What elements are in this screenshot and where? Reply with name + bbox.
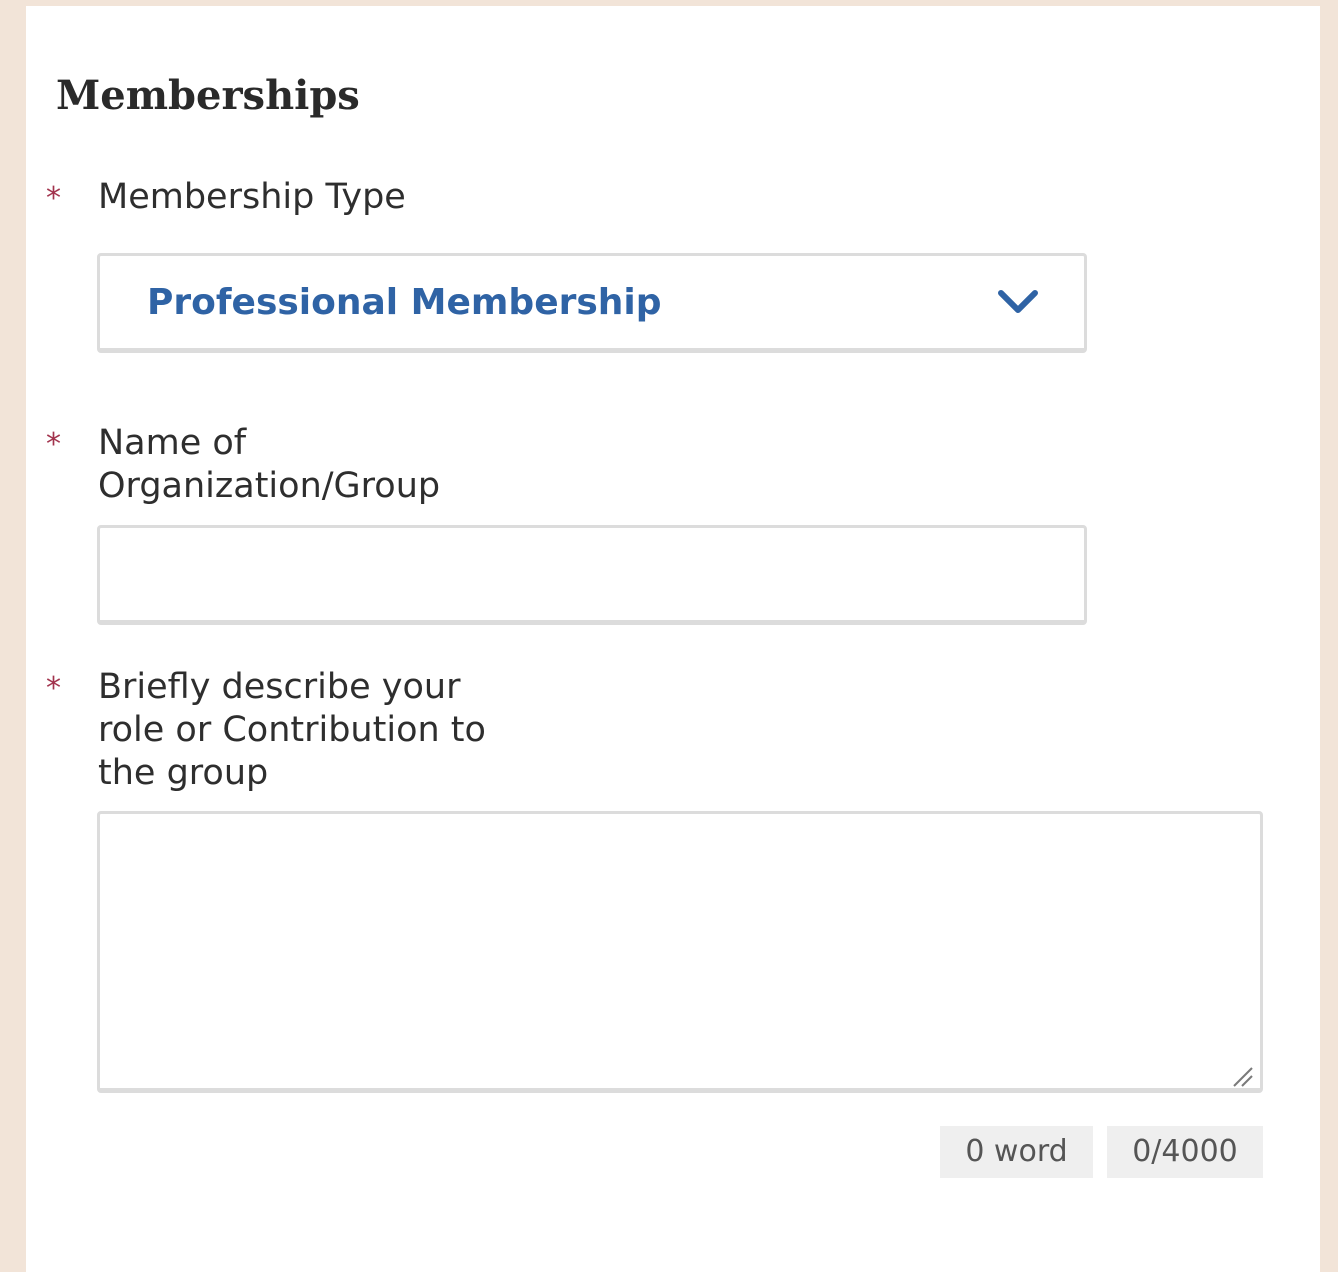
role-description-label-line3: the group [98,753,269,793]
word-count-badge: 0 word [940,1126,1093,1178]
membership-type-selected-value: Professional Membership [147,282,662,323]
section-title: Memberships [56,72,360,119]
chevron-down-icon [998,290,1038,313]
role-description-label: Briefly describe your role or Contributi… [98,666,558,795]
role-description-label-line1: Briefly describe your [98,667,461,707]
organization-name-label-line1: Name of [98,423,247,463]
memberships-panel: Memberships * Membership Type Profession… [26,6,1320,1272]
role-description-textarea[interactable] [97,811,1263,1093]
organization-name-label-line2: Organization/Group [98,466,441,506]
resize-handle-icon[interactable] [1230,1064,1254,1088]
organization-name-label: Name of Organization/Group [98,422,558,508]
membership-type-label-text: Membership Type [98,177,406,217]
required-asterisk: * [46,427,61,462]
required-asterisk: * [46,671,61,706]
role-description-label-line2: role or Contribution to [98,710,486,750]
character-count-badge: 0/4000 [1107,1126,1263,1178]
required-asterisk: * [46,181,61,216]
organization-name-input[interactable] [97,525,1087,625]
membership-type-select[interactable]: Professional Membership [97,253,1087,353]
membership-type-label: Membership Type [98,176,558,219]
